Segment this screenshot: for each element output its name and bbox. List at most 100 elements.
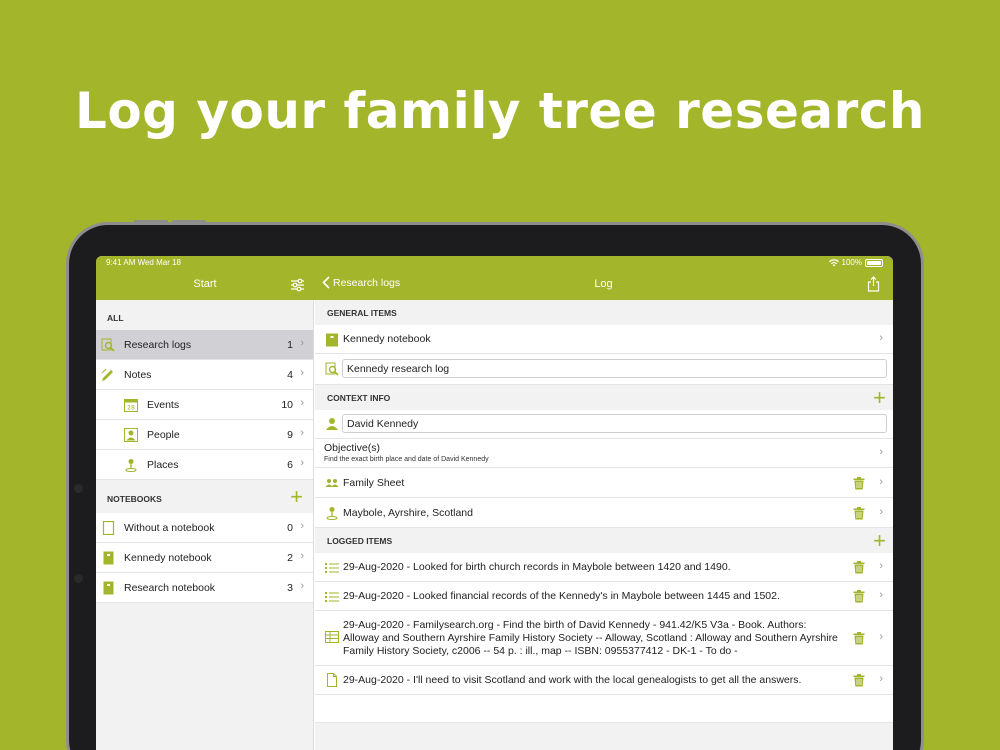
chevron-right-icon: › (879, 673, 883, 685)
sidebar-item-count: 6 (287, 459, 293, 471)
objective-row[interactable]: Objective(s) Find the exact birth place … (315, 439, 893, 468)
chevron-right-icon: › (300, 550, 304, 562)
svg-text:28: 28 (127, 405, 135, 412)
battery-icon (865, 258, 883, 267)
map-pin-icon (125, 459, 137, 472)
notebook-row[interactable]: Kennedy notebook › (315, 325, 893, 354)
chevron-right-icon: › (879, 560, 883, 572)
section-header-general: GENERAL ITEMS (327, 308, 397, 318)
detail-title: Log (594, 278, 613, 290)
sidebar-item-without-notebook[interactable]: Without a notebook 0 › (96, 513, 313, 543)
trash-icon[interactable] (853, 507, 865, 520)
volume-up-button (134, 220, 168, 223)
magnifier-log-icon (325, 362, 339, 376)
sidebar-item-places[interactable]: Places 6 › (96, 450, 313, 480)
person-icon (124, 428, 138, 442)
sidebar-item-label: Kennedy notebook (124, 552, 212, 564)
logged-header-label: LOGGED ITEMS (327, 536, 393, 546)
sidebar-item-count: 10 (281, 399, 293, 411)
filter-settings-icon[interactable] (290, 278, 305, 292)
sidebar-item-kennedy-notebook[interactable]: Kennedy notebook 2 › (96, 543, 313, 573)
person-icon (326, 418, 338, 430)
add-context-button[interactable]: + (873, 387, 886, 409)
sidebar-item-notes[interactable]: Notes 4 › (96, 360, 313, 390)
sidebar-item-count: 2 (287, 552, 293, 564)
person-input[interactable]: David Kennedy (342, 414, 887, 433)
chevron-right-icon: › (879, 476, 883, 488)
sensor-dot (74, 574, 83, 583)
chevron-right-icon: › (879, 631, 883, 643)
empty-notebook-icon (102, 521, 115, 535)
notebook-name: Kennedy notebook (343, 333, 431, 345)
context-item-row[interactable]: Maybole, Ayrshire, Scotland › (315, 498, 893, 528)
section-header-context: CONTEXT INFO + (315, 385, 893, 410)
logged-item-text: 29-Aug-2020 - Looked for birth church re… (343, 561, 731, 573)
chevron-right-icon: › (300, 337, 304, 349)
family-icon (325, 479, 339, 487)
context-item-row[interactable]: Family Sheet › (315, 468, 893, 498)
table-icon (325, 631, 339, 643)
context-header-label: CONTEXT INFO (327, 393, 391, 403)
sidebar-item-research-notebook[interactable]: Research notebook 3 › (96, 573, 313, 603)
trash-icon[interactable] (853, 561, 865, 574)
logged-item-row[interactable]: 29-Aug-2020 - Looked for birth church re… (315, 553, 893, 582)
logged-item-row[interactable]: 29-Aug-2020 - Looked financial records o… (315, 582, 893, 611)
sidebar: ALL Research logs 1 › Notes 4 › 28 Event… (96, 300, 314, 750)
sidebar-item-label: Research logs (124, 339, 192, 351)
log-title-row: Kennedy research log (315, 354, 893, 385)
log-detail-panel: GENERAL ITEMS Kennedy notebook › Kennedy… (315, 300, 893, 750)
status-time: 9:41 AM Wed Mar 18 (106, 258, 181, 267)
headline: Log your family tree research (74, 82, 926, 140)
empty-row (315, 695, 893, 723)
trash-icon[interactable] (853, 632, 865, 645)
sidebar-item-count: 3 (287, 582, 293, 594)
sidebar-title: Start (193, 278, 217, 290)
person-row: David Kennedy (315, 410, 893, 439)
list-icon (325, 592, 339, 602)
context-item-label: Maybole, Ayrshire, Scotland (343, 507, 473, 519)
battery-indicator: 100% (828, 258, 883, 267)
chevron-right-icon: › (300, 397, 304, 409)
sidebar-item-count: 9 (287, 429, 293, 441)
notebook-icon (103, 551, 114, 565)
sidebar-item-label: Research notebook (124, 582, 216, 594)
sidebar-item-people[interactable]: People 9 › (96, 420, 313, 450)
chevron-right-icon: › (879, 589, 883, 601)
notebook-icon (326, 333, 338, 347)
battery-percent: 100% (841, 258, 862, 267)
volume-down-button (172, 220, 206, 223)
camera-dot (74, 484, 83, 493)
chevron-right-icon: › (879, 506, 883, 518)
trash-icon[interactable] (853, 477, 865, 490)
section-header-logged: LOGGED ITEMS + (315, 528, 893, 553)
share-icon[interactable] (867, 276, 880, 292)
sidebar-item-label: Places (147, 459, 179, 471)
sidebar-item-research-logs[interactable]: Research logs 1 › (96, 330, 313, 360)
add-notebook-button[interactable]: + (290, 486, 303, 508)
chevron-right-icon: › (300, 427, 304, 439)
add-logged-item-button[interactable]: + (873, 530, 886, 552)
tablet-screen: 9:41 AM Wed Mar 18 100% Start Research l… (96, 256, 893, 750)
status-bar: 9:41 AM Wed Mar 18 100% (96, 256, 893, 270)
trash-icon[interactable] (853, 590, 865, 603)
chevron-right-icon: › (300, 367, 304, 379)
notebooks-header-label: NOTEBOOKS (107, 494, 162, 504)
sidebar-item-label: People (147, 429, 180, 441)
calendar-icon: 28 (124, 399, 138, 412)
chevron-right-icon: › (300, 580, 304, 592)
trash-icon[interactable] (853, 674, 865, 687)
sidebar-item-label: Events (147, 399, 180, 411)
sidebar-item-events[interactable]: 28 Events 10 › (96, 390, 313, 420)
sidebar-item-count: 1 (287, 339, 293, 351)
logged-item-text: 29-Aug-2020 - I'll need to visit Scotlan… (343, 674, 802, 686)
section-header-notebooks: NOTEBOOKS + (96, 480, 313, 513)
pencil-icon (101, 368, 113, 381)
navigation-bar: Start Research logs Log (96, 270, 893, 300)
magnifier-log-icon (101, 338, 115, 352)
logged-item-row[interactable]: 29-Aug-2020 - Familysearch.org - Find th… (315, 611, 893, 666)
context-item-label: Family Sheet (343, 477, 405, 489)
wifi-icon (828, 258, 839, 266)
log-title-input[interactable]: Kennedy research log (342, 359, 887, 378)
chevron-right-icon: › (300, 520, 304, 532)
logged-item-row[interactable]: 29-Aug-2020 - I'll need to visit Scotlan… (315, 666, 893, 695)
